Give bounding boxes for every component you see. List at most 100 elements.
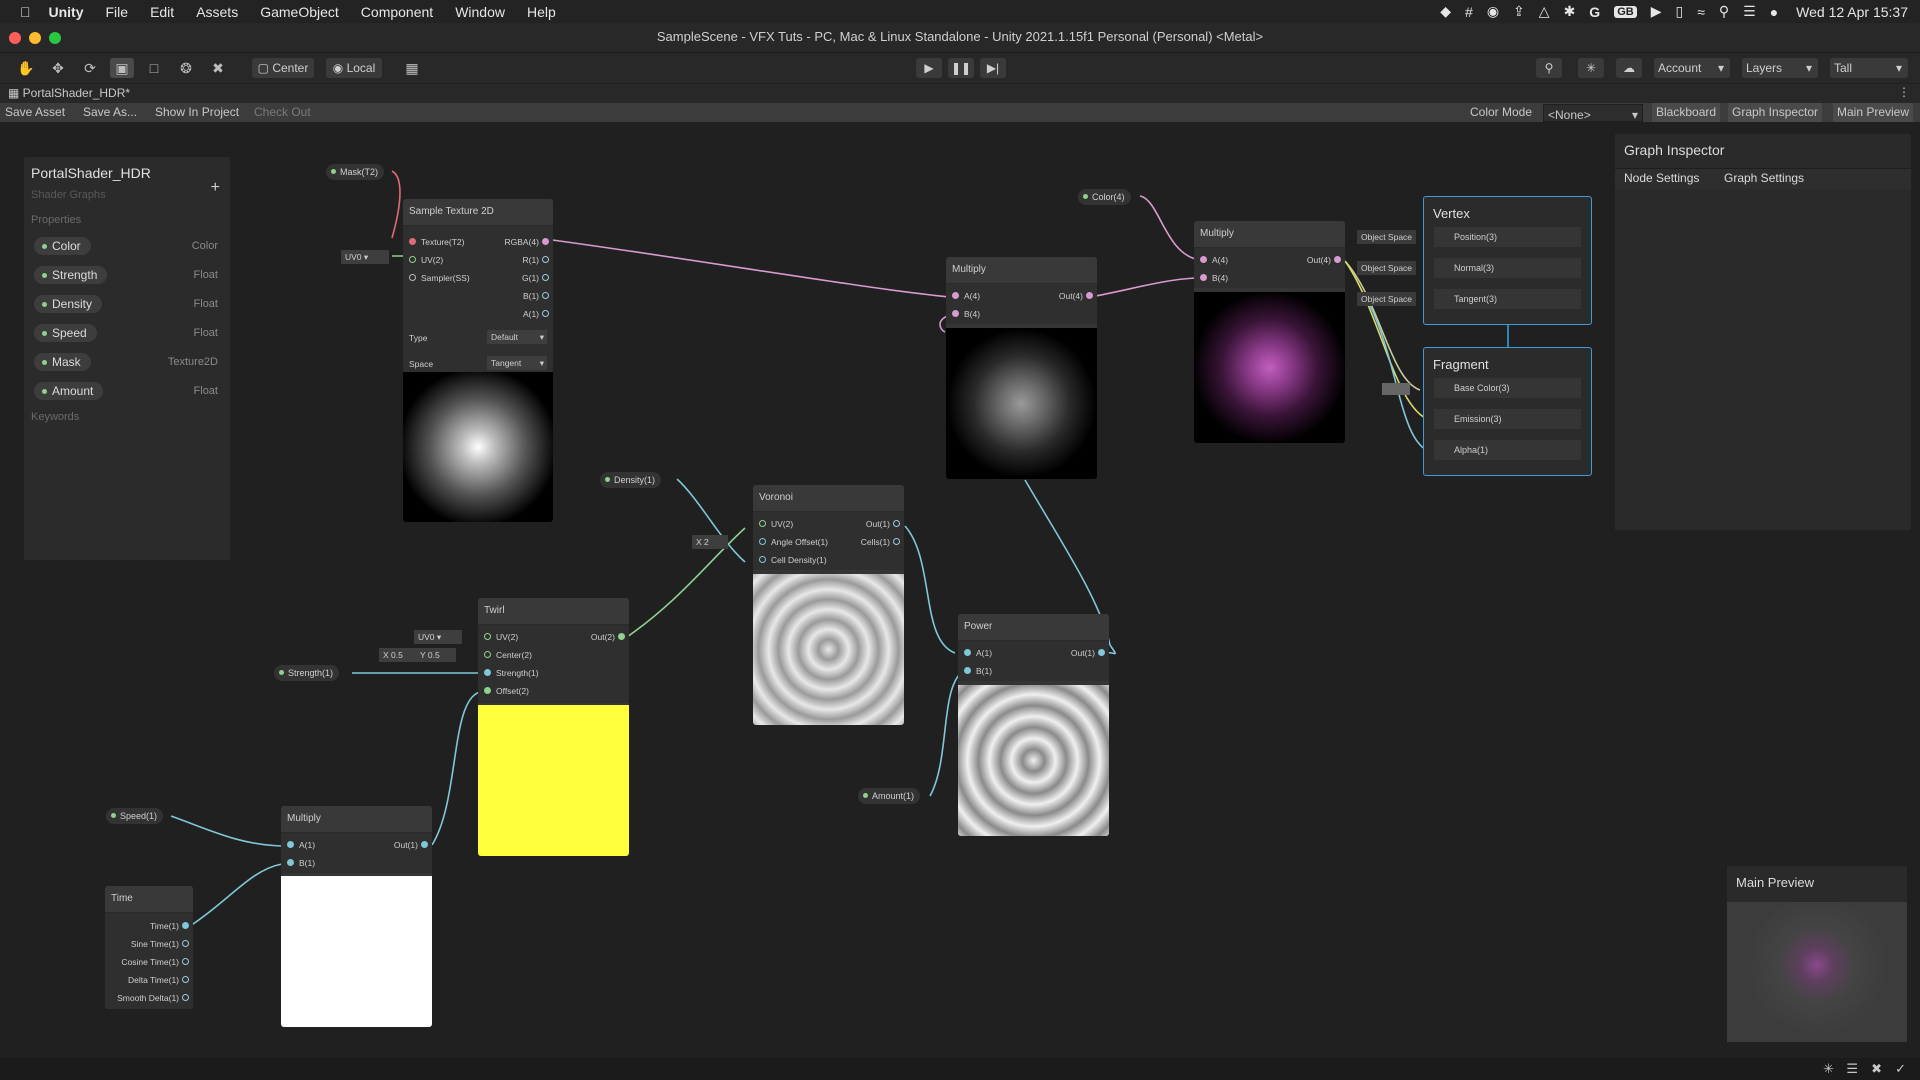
tab-node-settings[interactable]: Node Settings: [1624, 171, 1699, 185]
input-port-dot[interactable]: [1200, 274, 1207, 281]
output-port-dot[interactable]: [1086, 292, 1093, 299]
input-port-dot[interactable]: [484, 687, 491, 694]
output-port-dot[interactable]: [618, 633, 625, 640]
property-density[interactable]: Density: [34, 295, 103, 313]
input-port-label: B(1): [299, 858, 316, 868]
output-port-dot[interactable]: [542, 292, 549, 299]
input-port-dot[interactable]: [952, 310, 959, 317]
input-port-dot[interactable]: [1200, 256, 1207, 263]
voronoi-node[interactable]: Voronoi UV(2) Angle Offset(1) Cell Densi…: [753, 485, 904, 725]
twirl-center-y-field[interactable]: Y 0.5: [416, 648, 456, 662]
time-node[interactable]: Time Time(1) Sine Time(1) Cosine Time(1)…: [105, 886, 193, 1009]
input-port-dot[interactable]: [759, 556, 766, 563]
tab-graph-settings[interactable]: Graph Settings: [1724, 171, 1804, 185]
input-port-dot[interactable]: [287, 859, 294, 866]
strength-property-node[interactable]: Strength(1): [274, 665, 340, 681]
type-dropdown[interactable]: Default ▾: [487, 330, 547, 344]
speed-property-node[interactable]: Speed(1): [106, 808, 164, 824]
output-port-dot[interactable]: [542, 274, 549, 281]
input-port-dot[interactable]: [484, 669, 491, 676]
vertex-position-row[interactable]: Position(3): [1434, 227, 1581, 247]
fragment-block[interactable]: Fragment Base Color(3) Emission(3) Alpha…: [1423, 347, 1592, 476]
output-port-dot[interactable]: [182, 976, 189, 983]
main-preview-panel[interactable]: Main Preview: [1727, 866, 1907, 1042]
input-port-label: A(1): [299, 840, 316, 850]
output-port-dot[interactable]: [182, 940, 189, 947]
check-icon[interactable]: ✓: [1895, 1061, 1906, 1077]
vertex-row-label: Tangent(3): [1454, 294, 1498, 304]
multiply-node-b[interactable]: Multiply A(4) B(4) Out(4): [1194, 221, 1345, 443]
base-color-swatch[interactable]: [1382, 383, 1410, 395]
uv0-default-dropdown[interactable]: UV0 ▾: [341, 250, 389, 264]
fragment-alpha-row[interactable]: Alpha(1): [1434, 440, 1581, 460]
output-port-dot[interactable]: [893, 538, 900, 545]
density-property-node[interactable]: Density(1): [600, 472, 662, 488]
vertex-block[interactable]: Vertex Position(3) Normal(3) Tangent(3): [1423, 196, 1592, 325]
wire-mask-to-texture: [391, 170, 401, 239]
output-port-dot[interactable]: [421, 841, 428, 848]
output-port-dot[interactable]: [893, 520, 900, 527]
vertex-normal-row[interactable]: Normal(3): [1434, 258, 1581, 278]
input-port-dot[interactable]: [759, 520, 766, 527]
input-port-dot[interactable]: [409, 256, 416, 263]
output-port-dot[interactable]: [1334, 256, 1341, 263]
output-port-dot[interactable]: [182, 994, 189, 1001]
sample-texture-2d-node[interactable]: Sample Texture 2D Texture(T2) UV(2) Samp…: [403, 199, 553, 522]
multiply-node-a[interactable]: Multiply A(4) B(4) Out(4): [946, 257, 1097, 479]
output-port-label: Out(2): [590, 632, 615, 642]
multiply-node-c[interactable]: Multiply A(1) B(1) Out(1): [281, 806, 432, 1027]
color-property-node[interactable]: Color(4): [1078, 189, 1131, 205]
property-speed[interactable]: Speed: [34, 324, 97, 342]
output-port-dot[interactable]: [182, 958, 189, 965]
twirl-node[interactable]: Twirl UV(2) Center(2) Strength(1) Offset…: [478, 598, 629, 856]
input-port-dot[interactable]: [484, 633, 491, 640]
status-bar: ✳ ☰ ✖ ✓: [0, 1058, 1920, 1080]
fragment-emission-row[interactable]: Emission(3): [1434, 409, 1581, 429]
add-property-button[interactable]: +: [211, 179, 220, 197]
space-dropdown[interactable]: Tangent ▾: [487, 356, 547, 370]
input-port-dot[interactable]: [964, 649, 971, 656]
property-amount[interactable]: Amount: [34, 382, 104, 400]
input-port-dot[interactable]: [287, 841, 294, 848]
amount-property-node[interactable]: Amount(1): [858, 788, 921, 804]
twirl-uv-dropdown[interactable]: UV0 ▾: [414, 630, 462, 644]
angle-offset-value: 2: [704, 537, 709, 547]
vertex-tangent-row[interactable]: Tangent(3): [1434, 289, 1581, 309]
twirl-center-x-field[interactable]: X 0.5: [379, 648, 419, 662]
property-strength[interactable]: Strength: [34, 266, 108, 284]
collab-status-icon[interactable]: ✖: [1871, 1061, 1882, 1077]
input-port-dot[interactable]: [484, 651, 491, 658]
normal-space-field[interactable]: Object Space: [1357, 261, 1417, 275]
layers-icon[interactable]: ☰: [1846, 1061, 1858, 1077]
tangent-space-field[interactable]: Object Space: [1357, 292, 1417, 306]
fragment-base-color-row[interactable]: Base Color(3): [1434, 378, 1581, 398]
power-node[interactable]: Power A(1) B(1) Out(1): [958, 614, 1109, 836]
output-port-dot[interactable]: [182, 922, 189, 929]
angle-offset-field[interactable]: X 2: [692, 535, 728, 549]
blackboard-subtitle: Shader Graphs: [31, 189, 106, 201]
output-port-dot[interactable]: [542, 256, 549, 263]
property-mask[interactable]: Mask: [34, 353, 91, 371]
debug-icon[interactable]: ✳: [1823, 1061, 1834, 1077]
output-port-dot[interactable]: [542, 310, 549, 317]
output-port-dot[interactable]: [1098, 649, 1105, 656]
input-port-dot[interactable]: [952, 292, 959, 299]
output-port-dot[interactable]: [542, 238, 549, 245]
multiply-c-preview: [281, 876, 432, 1027]
position-space-field[interactable]: Object Space: [1357, 230, 1417, 244]
space-value: Tangent: [491, 358, 522, 368]
main-preview-viewport[interactable]: [1727, 902, 1907, 1042]
input-port-dot[interactable]: [964, 667, 971, 674]
input-port-dot[interactable]: [409, 238, 416, 245]
node-title: Multiply: [1194, 221, 1345, 248]
output-port-label: Out(1): [393, 840, 418, 850]
property-color[interactable]: Color: [34, 237, 91, 255]
property-name: Speed: [52, 326, 87, 340]
chevron-down-icon: ▾: [539, 332, 544, 342]
wire-density-to-voronoi: [676, 478, 746, 563]
input-port-dot[interactable]: [409, 274, 416, 281]
mask-property-node[interactable]: Mask(T2): [326, 164, 384, 180]
node-title: Time: [105, 886, 193, 913]
node-title: Twirl: [478, 598, 629, 625]
input-port-dot[interactable]: [759, 538, 766, 545]
